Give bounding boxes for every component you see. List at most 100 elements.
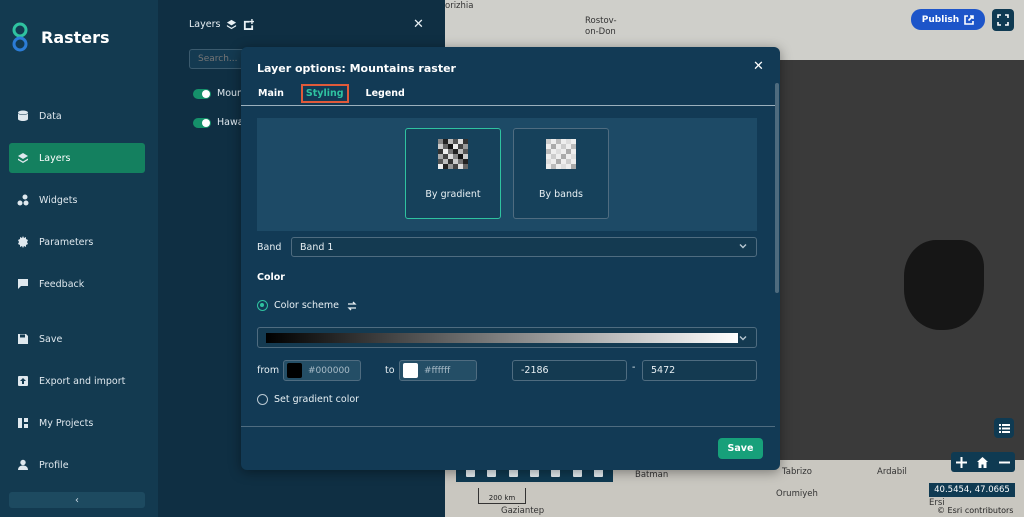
sidebar-item-parameters[interactable]: Parameters xyxy=(9,227,145,257)
chat-icon xyxy=(18,279,28,289)
from-color-picker[interactable]: #000000 xyxy=(283,360,361,381)
sidebar-item-layers[interactable]: Layers xyxy=(9,143,145,173)
dialog-tabs: Main Styling Legend xyxy=(257,84,406,103)
tabs-divider xyxy=(241,105,775,106)
dialog-footer-divider xyxy=(241,426,775,427)
coordinate-readout: 40.5454, 47.0665 xyxy=(929,483,1015,497)
sidebar-item-label: Parameters xyxy=(39,236,94,248)
sidebar-item-my-projects[interactable]: My Projects xyxy=(9,408,145,438)
sidebar-item-label: Export and import xyxy=(39,375,126,387)
sidebar-item-label: Widgets xyxy=(39,194,78,206)
to-label: to xyxy=(385,365,395,376)
color-scheme-select[interactable] xyxy=(257,327,757,348)
layer-visibility-toggle[interactable] xyxy=(193,117,211,128)
map-place-label: orizhia xyxy=(445,1,474,11)
map-place-label: Tabrizo xyxy=(782,467,812,477)
tab-main[interactable]: Main xyxy=(257,88,285,99)
brand: Rasters xyxy=(8,22,110,52)
layer-name: Moun xyxy=(217,88,244,99)
publish-button[interactable]: Publish xyxy=(911,9,985,30)
gradient-preview xyxy=(266,333,738,343)
map-place-label: on-Don xyxy=(585,27,616,37)
projects-icon xyxy=(18,418,28,428)
style-option-label: By bands xyxy=(538,189,583,200)
database-icon xyxy=(18,110,28,121)
legend-button[interactable] xyxy=(994,418,1014,438)
add-layer-icon[interactable] xyxy=(243,19,255,30)
list-icon xyxy=(998,423,1010,433)
layer-item[interactable]: Hawa xyxy=(193,117,244,128)
color-scheme-radio[interactable] xyxy=(257,300,268,311)
map-scale-bar: 200 km xyxy=(478,488,526,504)
save-icon xyxy=(18,334,28,344)
sidebar-item-save[interactable]: Save xyxy=(9,324,145,354)
layer-item[interactable]: Moun xyxy=(193,88,243,99)
style-mode-selector: By gradient By bands xyxy=(257,118,757,231)
set-gradient-label: Set gradient color xyxy=(274,394,360,405)
external-link-icon xyxy=(964,14,974,25)
sidebar-item-label: My Projects xyxy=(39,417,94,429)
sidebar-item-label: Feedback xyxy=(39,278,85,290)
from-color-swatch xyxy=(287,363,302,378)
map-place-label: Orumiyeh xyxy=(776,489,818,499)
sidebar: Rasters Data Layers Widgets Parameters F… xyxy=(0,0,158,517)
from-label: from xyxy=(257,365,280,376)
band-select[interactable]: Band 1 xyxy=(291,237,757,257)
logo-icon xyxy=(12,22,28,52)
swap-icon[interactable] xyxy=(347,301,357,311)
min-value-input[interactable]: -2186 xyxy=(512,360,627,381)
publish-label: Publish xyxy=(921,14,960,25)
to-color-picker[interactable]: #ffffff xyxy=(399,360,477,381)
layers-stack-icon[interactable] xyxy=(226,19,237,30)
dialog-scrollbar[interactable] xyxy=(775,83,779,293)
fullscreen-button[interactable] xyxy=(992,9,1014,31)
map-raster-area xyxy=(780,60,1024,460)
layer-search-input[interactable] xyxy=(189,49,249,69)
from-color-value: #000000 xyxy=(308,365,350,376)
max-value-input[interactable]: 5472 xyxy=(642,360,757,381)
map-place-label: Gaziantep xyxy=(501,506,545,516)
map-place-label: Rostov- xyxy=(585,16,617,26)
to-color-value: #ffffff xyxy=(424,365,451,376)
sidebar-item-widgets[interactable]: Widgets xyxy=(9,185,145,215)
set-gradient-option[interactable]: Set gradient color xyxy=(257,394,359,405)
layers-icon xyxy=(18,153,28,163)
range-separator: - xyxy=(632,362,636,373)
map-caspian-sea xyxy=(904,240,984,330)
sidebar-item-export-import[interactable]: Export and import xyxy=(9,366,145,396)
widgets-icon xyxy=(17,194,29,206)
set-gradient-radio[interactable] xyxy=(257,394,268,405)
bands-thumbnail-icon xyxy=(546,139,576,169)
sidebar-item-data[interactable]: Data xyxy=(9,101,145,131)
chevron-left-icon: ‹ xyxy=(75,494,79,506)
color-scheme-option[interactable]: Color scheme xyxy=(257,300,357,311)
sidebar-item-feedback[interactable]: Feedback xyxy=(9,269,145,299)
zoom-out-icon[interactable] xyxy=(998,457,1010,468)
zoom-in-icon[interactable] xyxy=(956,456,968,468)
map-place-label: Ardabil xyxy=(877,467,907,477)
export-icon xyxy=(18,376,28,386)
map-attribution: © Esri contributors xyxy=(937,506,1014,515)
sidebar-item-label: Layers xyxy=(39,152,71,164)
layer-name: Hawa xyxy=(217,117,244,128)
style-option-gradient[interactable]: By gradient xyxy=(405,128,501,219)
save-button[interactable]: Save xyxy=(718,438,763,459)
chevron-down-icon xyxy=(739,244,747,249)
sidebar-item-label: Save xyxy=(39,333,63,345)
tab-styling[interactable]: Styling xyxy=(300,84,349,103)
sidebar-item-profile[interactable]: Profile xyxy=(9,450,145,480)
color-scheme-label: Color scheme xyxy=(274,300,339,311)
style-option-bands[interactable]: By bands xyxy=(513,128,609,219)
user-icon xyxy=(18,459,28,470)
gradient-thumbnail-icon xyxy=(438,139,468,169)
zoom-controls xyxy=(951,452,1015,472)
band-select-value: Band 1 xyxy=(300,242,334,253)
home-icon[interactable] xyxy=(977,456,989,468)
layer-visibility-toggle[interactable] xyxy=(193,88,211,99)
close-icon[interactable]: ✕ xyxy=(413,17,424,32)
band-label: Band xyxy=(257,242,282,253)
sidebar-collapse-button[interactable]: ‹ xyxy=(9,492,145,508)
chevron-down-icon xyxy=(739,336,747,341)
close-icon[interactable]: ✕ xyxy=(753,59,764,74)
tab-legend[interactable]: Legend xyxy=(365,88,406,99)
